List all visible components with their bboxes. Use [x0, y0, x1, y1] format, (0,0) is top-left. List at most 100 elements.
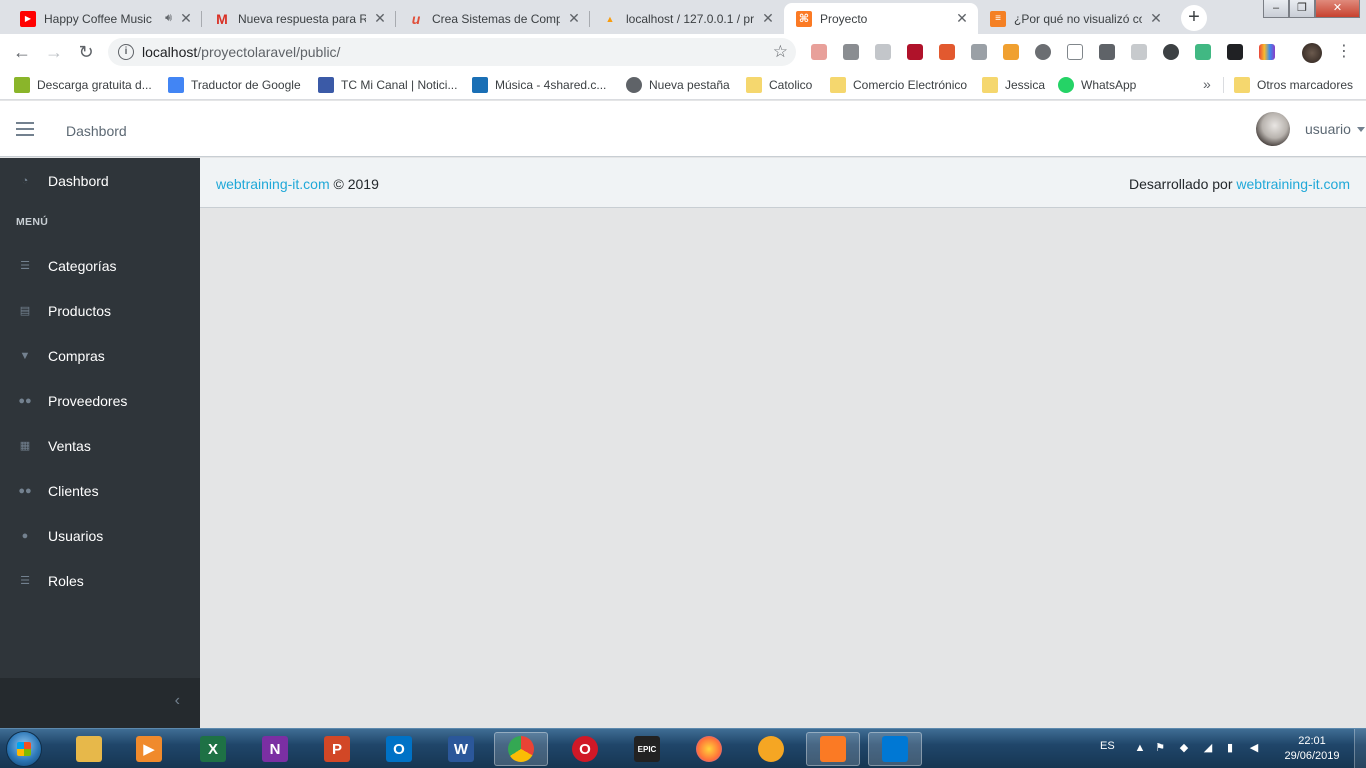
clock[interactable]: 22:01 29/06/2019	[1280, 734, 1344, 764]
taskbar-app-outlook[interactable]: O	[372, 732, 426, 766]
color-extension-icon[interactable]	[1259, 44, 1275, 60]
sidebar-item-roles[interactable]: ☰ Roles	[0, 558, 200, 603]
close-tab-icon[interactable]: ✕	[954, 10, 970, 27]
dropbox-icon[interactable]: ◆	[1178, 742, 1190, 754]
bookmark-folder[interactable]: Jessica	[982, 76, 1045, 94]
browser-tab-active[interactable]: ⌘ Proyecto ✕	[784, 3, 978, 34]
back-arrow-icon[interactable]: ←	[10, 40, 34, 64]
off-extension-icon[interactable]	[907, 44, 923, 60]
sidebar-item-dashboard[interactable]: ◔ Dashbord	[0, 158, 200, 203]
close-window-button[interactable]: ✕	[1315, 0, 1360, 18]
circle-extension-icon[interactable]	[1035, 44, 1051, 60]
browser-tab[interactable]: ▶ Happy Coffee Music 🔊︎ ✕	[8, 3, 202, 34]
show-hidden-icons-icon[interactable]: ▲	[1134, 742, 1146, 754]
sidebar-item-proveedores[interactable]: ●● Proveedores	[0, 378, 200, 423]
address-bar[interactable]: i localhost/proyectolaravel/public/ ☆	[108, 38, 796, 66]
close-tab-icon[interactable]: ✕	[178, 10, 194, 27]
users-icon: ●●	[18, 484, 32, 497]
browser-tab[interactable]: u Crea Sistemas de Compr ✕	[396, 3, 590, 34]
phpmyadmin-icon: ▲	[605, 13, 615, 24]
caret-down-icon[interactable]	[1357, 127, 1365, 132]
sidebar-item-categorias[interactable]: ☰ Categorías	[0, 243, 200, 288]
windows-taskbar: ▶ X N P O W O EPIC ES ▲ ⚑ ◆ ◢ ▮ ◀ 22:01 …	[0, 728, 1366, 768]
network-icon[interactable]: ◢	[1202, 742, 1214, 754]
more-menu-icon[interactable]: ⋮	[1336, 42, 1352, 62]
show-desktop-button[interactable]	[1354, 729, 1366, 768]
user-menu-label[interactable]: usuario	[1305, 121, 1351, 137]
taskbar-app-media[interactable]: ▶	[122, 732, 176, 766]
taskbar-app-opera[interactable]: O	[558, 732, 612, 766]
other-bookmarks-folder[interactable]: Otros marcadores	[1234, 76, 1353, 94]
download-extension-icon[interactable]	[875, 44, 891, 60]
taskbar-app-vpn[interactable]	[744, 732, 798, 766]
taskbar-app-epic[interactable]: EPIC	[620, 732, 674, 766]
taskbar-app-word[interactable]: W	[434, 732, 488, 766]
bookmark-item[interactable]: Nueva pestaña	[626, 76, 730, 94]
more-bookmarks-chevron-icon[interactable]: »	[1203, 76, 1211, 92]
taskbar-app-firefox[interactable]	[682, 732, 736, 766]
start-button[interactable]	[6, 731, 42, 767]
close-tab-icon[interactable]: ✕	[760, 10, 776, 27]
language-indicator[interactable]: ES	[1100, 740, 1115, 752]
sidebar-item-compras[interactable]: ▼ Compras	[0, 333, 200, 378]
json-extension-icon[interactable]	[1227, 44, 1243, 60]
bookmark-item[interactable]: Descarga gratuita d...	[14, 76, 152, 94]
taskbar-app-powerpoint[interactable]: P	[310, 732, 364, 766]
profile-avatar[interactable]	[1302, 43, 1322, 63]
sidebar-minimizer-button[interactable]: ‹	[0, 678, 200, 728]
sidebar-item-ventas[interactable]: ▦ Ventas	[0, 423, 200, 468]
taskbar-app-chrome[interactable]	[494, 732, 548, 766]
counter-extension-icon[interactable]	[971, 44, 987, 60]
copy-extension-icon[interactable]	[1131, 44, 1147, 60]
tab-title: Nueva respuesta para Re	[238, 11, 366, 26]
taskbar-app-onenote[interactable]: N	[248, 732, 302, 766]
info-icon[interactable]: i	[118, 44, 134, 60]
taskbar-app-explorer[interactable]	[62, 732, 116, 766]
browser-tab[interactable]: ▲ localhost / 127.0.0.1 / pr ✕	[590, 3, 784, 34]
bookmark-folder[interactable]: Catolico	[746, 76, 812, 94]
reload-icon[interactable]: ↻	[74, 40, 98, 64]
minimize-button[interactable]: –	[1263, 0, 1289, 18]
device-icon[interactable]: ▮	[1224, 742, 1236, 754]
users-icon: ●●	[18, 394, 32, 407]
taskbar-app-vscode[interactable]	[868, 732, 922, 766]
pdf-extension-icon[interactable]	[811, 44, 827, 60]
flag-icon[interactable]: ⚑	[1154, 742, 1166, 754]
bookmark-folder[interactable]: Comercio Electrónico	[830, 76, 967, 94]
person-extension-icon[interactable]	[1163, 44, 1179, 60]
sidebar-item-clientes[interactable]: ●● Clientes	[0, 468, 200, 513]
grid-extension-icon[interactable]	[1003, 44, 1019, 60]
office-extension-icon[interactable]	[939, 44, 955, 60]
vue-extension-icon[interactable]	[1195, 44, 1211, 60]
sidebar-item-productos[interactable]: ▤ Productos	[0, 288, 200, 333]
chevron-left-icon: ‹	[174, 692, 180, 709]
bookmark-item[interactable]: Traductor de Google	[168, 76, 301, 94]
close-tab-icon[interactable]: ✕	[566, 10, 582, 27]
bookmark-star-icon[interactable]: ☆	[773, 42, 788, 62]
hamburger-menu-icon[interactable]	[16, 122, 34, 136]
maximize-button[interactable]: ❐	[1289, 0, 1315, 18]
close-tab-icon[interactable]: ✕	[372, 10, 388, 27]
search-extension-icon[interactable]	[1067, 44, 1083, 60]
eraser-extension-icon[interactable]	[1099, 44, 1115, 60]
camera-extension-icon[interactable]	[843, 44, 859, 60]
bookmark-item[interactable]: Música - 4shared.c...	[472, 76, 606, 94]
browser-tab[interactable]: M Nueva respuesta para Re ✕	[202, 3, 396, 34]
close-tab-icon[interactable]: ✕	[1148, 10, 1164, 27]
speaker-icon[interactable]: 🔊︎	[165, 12, 172, 25]
chrome-icon	[508, 736, 534, 762]
bookmark-item[interactable]: TC Mi Canal | Notici...	[318, 76, 457, 94]
new-tab-button[interactable]: +	[1181, 5, 1207, 31]
header-nav-link[interactable]: Dashbord	[66, 123, 127, 139]
taskbar-app-excel[interactable]: X	[186, 732, 240, 766]
bookmark-item[interactable]: WhatsApp	[1058, 76, 1136, 94]
user-avatar[interactable]	[1256, 112, 1290, 146]
sidebar-item-usuarios[interactable]: ● Usuarios	[0, 513, 200, 558]
browser-tab[interactable]: ≡ ¿Por qué no visualizó co ✕	[978, 3, 1172, 34]
volume-icon[interactable]: ◀	[1248, 742, 1260, 754]
bookmark-label: WhatsApp	[1081, 78, 1137, 92]
forward-arrow-icon[interactable]: →	[42, 40, 66, 64]
footer-credit-link[interactable]: webtraining-it.com	[1236, 176, 1350, 192]
taskbar-app-xampp[interactable]	[806, 732, 860, 766]
footer-link[interactable]: webtraining-it.com	[216, 176, 330, 192]
